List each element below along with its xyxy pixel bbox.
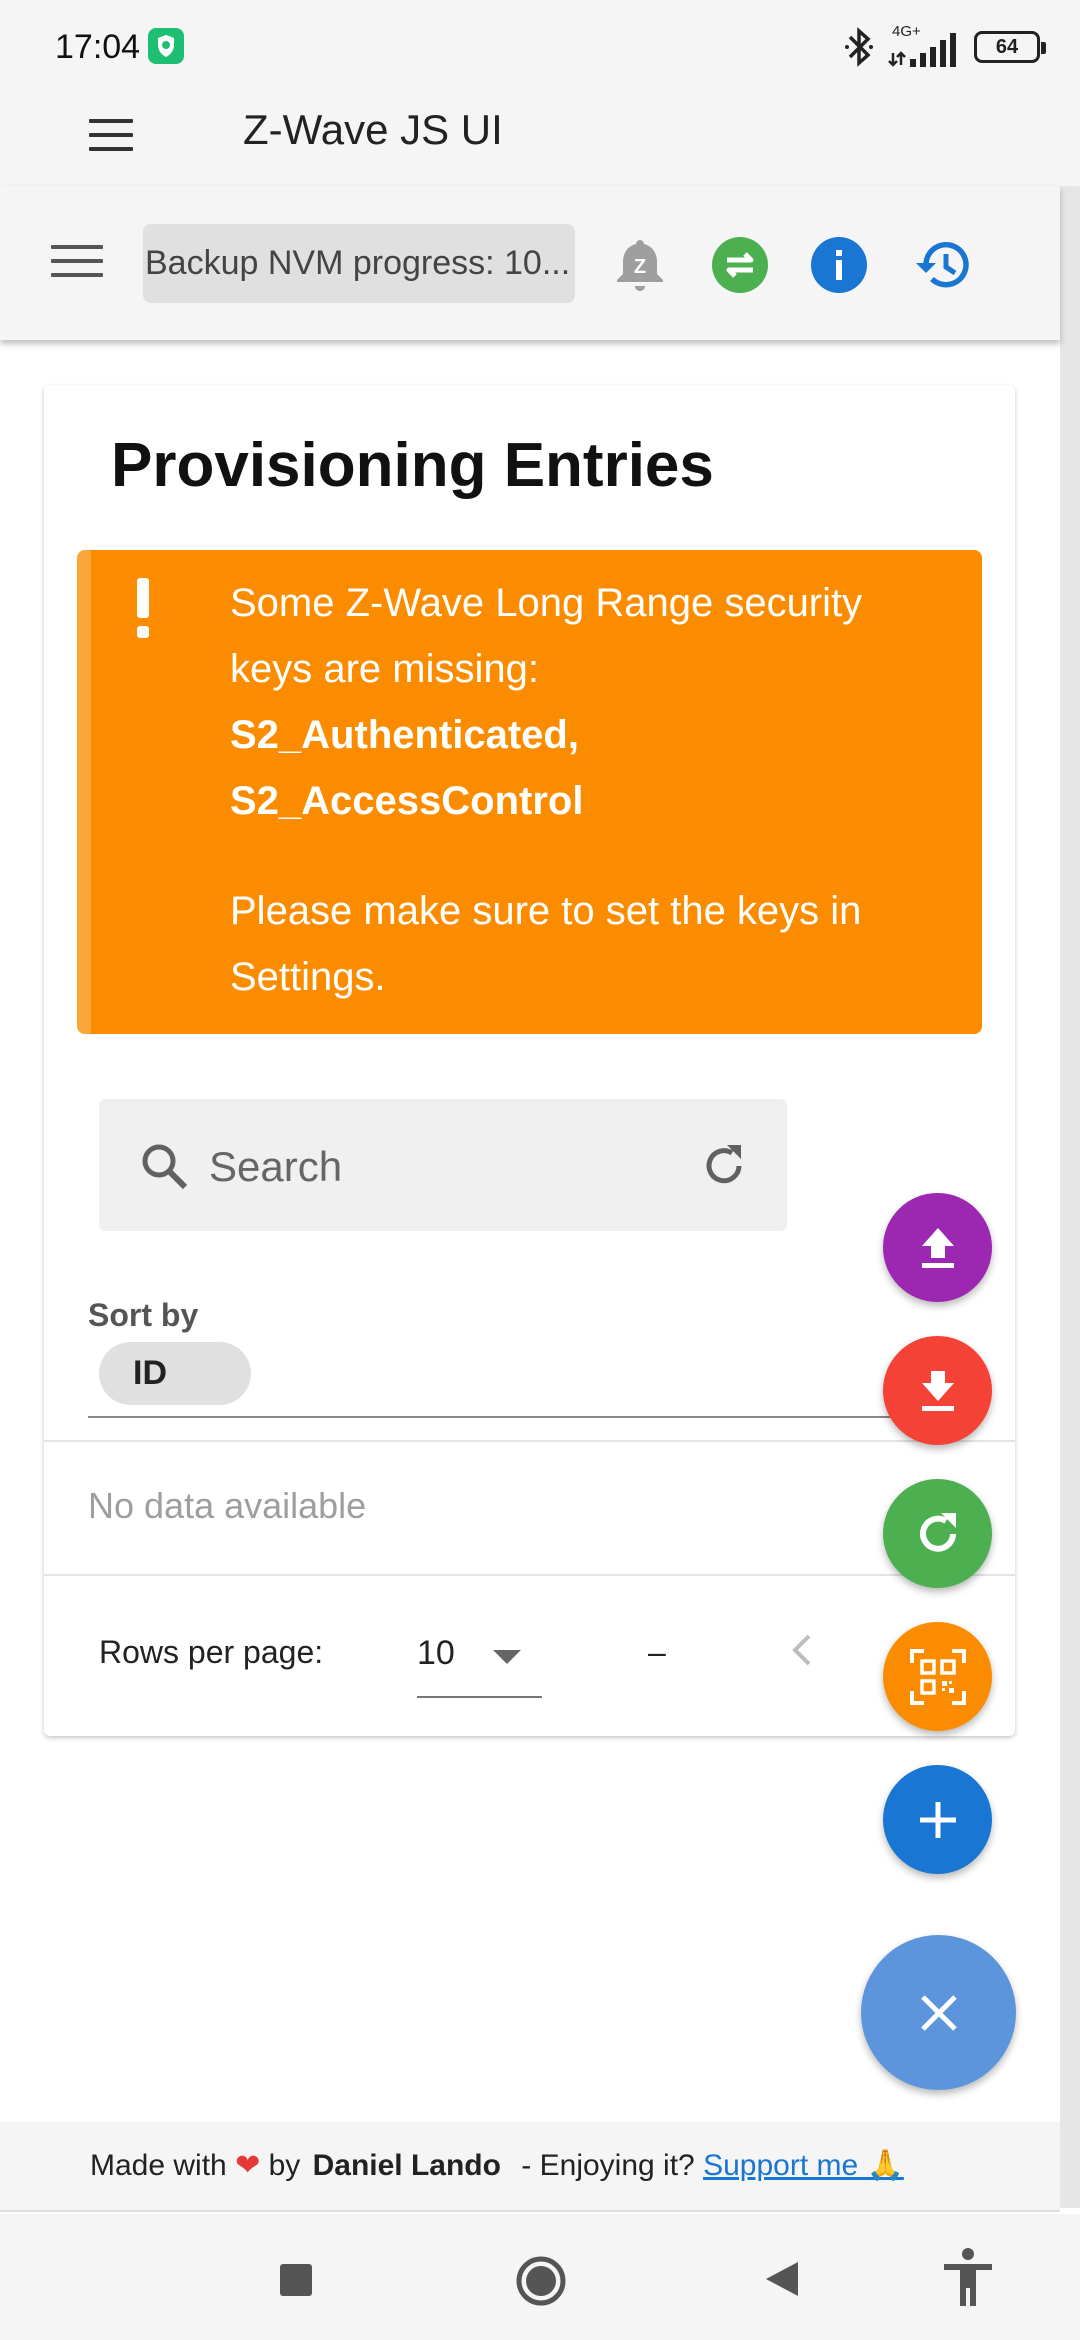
footer-author: Daniel Lando	[312, 2149, 501, 2182]
footer-enjoying: - Enjoying it?	[521, 2149, 695, 2182]
signal-icon: 4G+	[888, 23, 960, 67]
svg-text:Z: Z	[634, 256, 646, 278]
toolbar: Backup NVM progress: 10... Z	[0, 186, 1060, 340]
rows-per-page-label: Rows per page:	[99, 1634, 324, 1670]
rows-per-page-select[interactable]: 10	[417, 1610, 542, 1698]
search-input[interactable]: Search	[209, 1143, 342, 1191]
app-title: Z-Wave JS UI	[243, 106, 503, 153]
download-button[interactable]	[883, 1336, 992, 1445]
info-icon[interactable]	[810, 236, 868, 294]
alert-text: Some Z-Wave Long Range security keys are…	[230, 570, 950, 1010]
no-data-text: No data available	[88, 1485, 367, 1526]
close-speed-dial-button[interactable]	[861, 1935, 1016, 2090]
exclamation-icon	[133, 578, 153, 640]
search-field[interactable]: Search	[99, 1099, 787, 1231]
upload-button[interactable]	[883, 1193, 992, 1302]
divider	[44, 1440, 1015, 1442]
bluetooth-icon	[845, 27, 873, 67]
add-entry-button[interactable]	[883, 1765, 992, 1874]
heart-icon: ❤	[235, 2149, 261, 2182]
shield-app-icon	[148, 28, 184, 64]
accessibility-icon[interactable]	[942, 2246, 994, 2310]
zwave-bell-icon[interactable]: Z	[611, 236, 669, 294]
download-icon	[921, 1370, 954, 1411]
alert-key-2: S2_AccessControl	[230, 779, 584, 823]
footer-text: Made with ❤ by Daniel Lando - Enjoying i…	[90, 2148, 904, 2183]
sort-chip-id[interactable]: ID	[99, 1342, 251, 1405]
alert-line-2: Please make sure to set the keys in Sett…	[230, 889, 862, 999]
close-icon	[920, 1994, 957, 2031]
security-keys-alert: Some Z-Wave Long Range security keys are…	[77, 550, 982, 1034]
drawer-menu-icon[interactable]	[51, 245, 103, 279]
provisioning-card: Provisioning Entries Some Z-Wave Long Ra…	[44, 385, 1015, 1736]
page-scrollbar[interactable]	[1060, 186, 1080, 2208]
chevron-left-icon[interactable]	[787, 1630, 817, 1670]
recents-square-icon[interactable]	[278, 2254, 314, 2304]
refresh-icon[interactable]	[699, 1141, 749, 1191]
refresh-button[interactable]	[883, 1479, 992, 1588]
alert-key-1: S2_Authenticated,	[230, 713, 579, 757]
chevron-down-icon	[493, 1650, 521, 1664]
upload-icon	[921, 1227, 954, 1268]
divider	[44, 1574, 1015, 1576]
alert-stripe	[77, 550, 91, 1034]
sort-select-underline	[88, 1416, 958, 1418]
page-title: Provisioning Entries	[111, 431, 714, 500]
hamburger-menu-icon[interactable]	[89, 119, 133, 153]
sort-by-label: Sort by	[88, 1297, 199, 1333]
battery-icon: 64	[974, 31, 1046, 63]
refresh-icon	[919, 1512, 956, 1552]
footer-by: by	[268, 2149, 301, 2182]
qr-code-icon	[909, 1648, 966, 1705]
swap-arrows-icon[interactable]	[711, 236, 769, 294]
support-me-link[interactable]: Support me 🙏	[703, 2149, 904, 2182]
back-triangle-icon[interactable]	[762, 2254, 802, 2304]
footer: Made with ❤ by Daniel Lando - Enjoying i…	[0, 2122, 1060, 2212]
app-bar: Z-Wave JS UI	[0, 92, 1080, 186]
plus-icon	[919, 1801, 956, 1838]
alert-line-1: Some Z-Wave Long Range security keys are…	[230, 581, 863, 691]
rows-per-page-value: 10	[417, 1634, 455, 1672]
status-icons: 4G+ 64	[844, 23, 1046, 68]
history-icon[interactable]	[912, 236, 970, 294]
backup-progress-chip[interactable]: Backup NVM progress: 10...	[143, 224, 575, 303]
system-nav-bar	[0, 2214, 1080, 2340]
scan-qr-button[interactable]	[883, 1622, 992, 1731]
pagination-range: –	[648, 1634, 666, 1670]
search-icon	[142, 1144, 188, 1190]
home-circle-icon[interactable]	[514, 2254, 568, 2308]
footer-made-with: Made with	[90, 2149, 227, 2182]
status-time: 17:04	[55, 28, 141, 66]
status-bar: 17:04 4G+ 64	[0, 0, 1080, 92]
